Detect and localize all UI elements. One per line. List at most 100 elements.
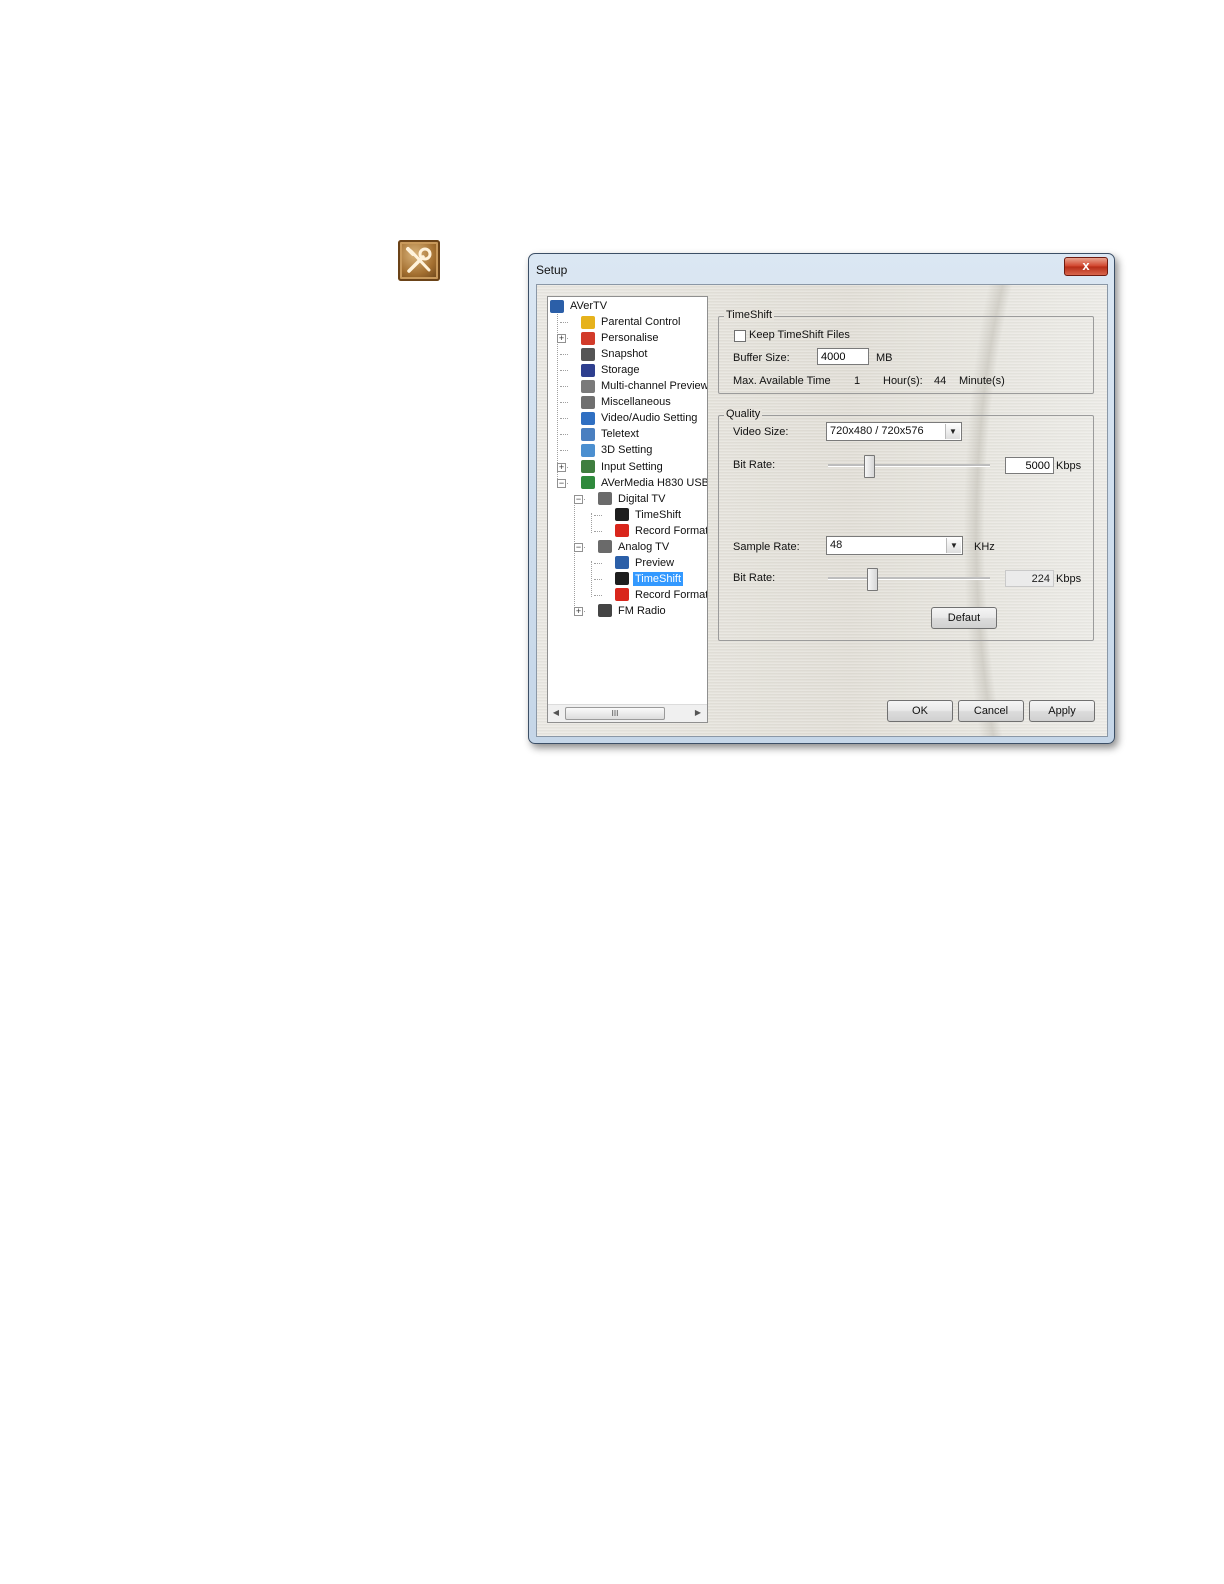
tree-item-label: Video/Audio Setting: [601, 412, 698, 425]
tree-item-label: Parental Control: [601, 316, 681, 329]
chevron-down-icon[interactable]: ▼: [946, 538, 961, 553]
expand-icon[interactable]: +: [574, 606, 583, 616]
tree-item-label: FM Radio: [618, 604, 666, 617]
video-size-select[interactable]: 720x480 / 720x576 ▼: [826, 422, 962, 441]
scroll-right-arrow-icon[interactable]: ▶: [692, 707, 704, 719]
tree-horizontal-scrollbar[interactable]: ◀ III ▶: [548, 704, 707, 722]
avertv-icon: [550, 299, 564, 313]
sample-rate-select[interactable]: 48 ▼: [826, 536, 963, 555]
sample-rate-unit: KHz: [974, 541, 995, 553]
eye-icon: [581, 379, 595, 393]
teletext-icon: [581, 427, 595, 441]
tree-connector: [574, 498, 575, 614]
tree-item-label: TimeShift: [635, 508, 682, 521]
slider-thumb[interactable]: [866, 568, 878, 591]
close-button[interactable]: x: [1064, 257, 1108, 276]
tree-item-label: Digital TV: [618, 492, 666, 505]
tv-icon: [598, 540, 612, 554]
tree-item[interactable]: Multi-channel Preview: [581, 378, 707, 394]
tree-connector: [560, 370, 568, 372]
tree-item[interactable]: AVerMedia H830 USB Hybrid: [581, 475, 707, 491]
slider-track: [828, 577, 990, 580]
quality-group: Quality Video Size: 720x480 / 720x576 ▼ …: [718, 408, 1094, 641]
tree-item-label: TimeShift: [633, 571, 684, 586]
tree-item[interactable]: FM Radio: [598, 603, 668, 619]
tree-item[interactable]: AVerTV: [550, 298, 609, 314]
ok-button[interactable]: OK: [887, 700, 953, 722]
minutes-value: 44: [934, 375, 947, 387]
tree-item[interactable]: Analog TV: [598, 539, 671, 555]
setup-tools-icon[interactable]: [398, 240, 440, 281]
tree-item-label: Teletext: [601, 428, 639, 441]
scrollbar-thumb[interactable]: III: [565, 707, 665, 720]
settings-tree[interactable]: AVerTV Parental Control Personalise + Snapsh…: [548, 297, 707, 702]
audio-bitrate-input: [1005, 570, 1054, 587]
tree-item-label: Snapshot: [601, 348, 648, 361]
timeshift-group-label: TimeShift: [724, 309, 775, 321]
tree-item[interactable]: Personalise: [581, 330, 660, 346]
video-bitrate-unit: Kbps: [1056, 460, 1082, 472]
tree-item-label: Personalise: [601, 332, 659, 345]
sample-rate-label: Sample Rate:: [733, 541, 800, 553]
floppy-disk-icon: [581, 363, 595, 377]
collapse-icon[interactable]: −: [557, 478, 566, 488]
tree-connector: [560, 402, 568, 404]
camera-icon: [581, 347, 595, 361]
video-bitrate-slider[interactable]: [828, 455, 990, 478]
expand-icon[interactable]: +: [557, 462, 566, 472]
tuner-card-icon: [581, 476, 595, 490]
sample-rate-value: 48: [830, 539, 843, 551]
video-bitrate-input[interactable]: [1005, 457, 1054, 474]
max-available-time-label: Max. Available Time: [733, 375, 831, 387]
tree-connector: [594, 530, 602, 532]
record-icon: [615, 524, 629, 538]
tree-item[interactable]: Miscellaneous: [581, 394, 673, 410]
tree-item-label: Analog TV: [618, 540, 670, 553]
expand-icon[interactable]: +: [557, 334, 566, 344]
setup-dialog: Setup x AVerTV Parental Control Personalis…: [528, 253, 1115, 744]
buffer-size-input[interactable]: [817, 348, 869, 365]
default-button[interactable]: Defaut: [931, 607, 997, 629]
tree-item-label: AVerTV: [570, 300, 608, 312]
keep-timeshift-files-checkbox[interactable]: [734, 330, 746, 342]
title-bar[interactable]: Setup x: [529, 254, 1114, 284]
collapse-icon[interactable]: −: [574, 494, 583, 504]
preview-icon: [615, 556, 629, 570]
input-icon: [581, 460, 595, 473]
apply-button[interactable]: Apply: [1029, 700, 1095, 722]
tree-connector: [560, 322, 568, 324]
tree-connector: [560, 450, 568, 452]
tree-item[interactable]: TimeShift: [615, 507, 683, 523]
scroll-left-arrow-icon[interactable]: ◀: [550, 707, 562, 719]
audio-bitrate-slider[interactable]: [828, 568, 990, 591]
collapse-icon[interactable]: −: [574, 542, 583, 552]
tree-item[interactable]: Record Format: [615, 587, 707, 603]
tree-item[interactable]: Teletext: [581, 426, 641, 442]
chevron-down-icon[interactable]: ▼: [945, 424, 960, 439]
parental-control-icon: [581, 315, 595, 329]
tree-connector: [594, 594, 602, 596]
tree-item[interactable]: Parental Control: [581, 314, 683, 330]
tree-item[interactable]: Preview: [615, 555, 676, 571]
hours-value: 1: [854, 375, 861, 387]
hours-label: Hour(s):: [883, 375, 923, 387]
slider-thumb[interactable]: [863, 455, 875, 478]
cancel-button[interactable]: Cancel: [958, 700, 1024, 722]
quality-group-label: Quality: [724, 408, 763, 420]
tree-item[interactable]: Storage: [581, 362, 642, 378]
tree-item-label: 3D Setting: [601, 444, 653, 457]
tree-item[interactable]: TimeShift: [615, 571, 684, 587]
tree-item[interactable]: Snapshot: [581, 346, 649, 362]
tree-item[interactable]: Record Format: [615, 523, 707, 539]
settings-tree-pane: AVerTV Parental Control Personalise + Snapsh…: [547, 296, 708, 723]
tree-item[interactable]: Digital TV: [598, 491, 667, 507]
audio-bitrate-label: Bit Rate:: [733, 572, 776, 584]
tree-item-label: Preview: [635, 556, 675, 569]
tree-item[interactable]: 3D Setting: [581, 442, 654, 458]
window-title: Setup: [536, 263, 568, 277]
tree-item-label: Miscellaneous: [601, 396, 671, 409]
tree-item[interactable]: Input Setting: [581, 459, 665, 475]
tree-item[interactable]: Video/Audio Setting: [581, 410, 699, 426]
video-bitrate-label: Bit Rate:: [733, 459, 776, 471]
tree-item-label: Record Format: [635, 524, 707, 537]
